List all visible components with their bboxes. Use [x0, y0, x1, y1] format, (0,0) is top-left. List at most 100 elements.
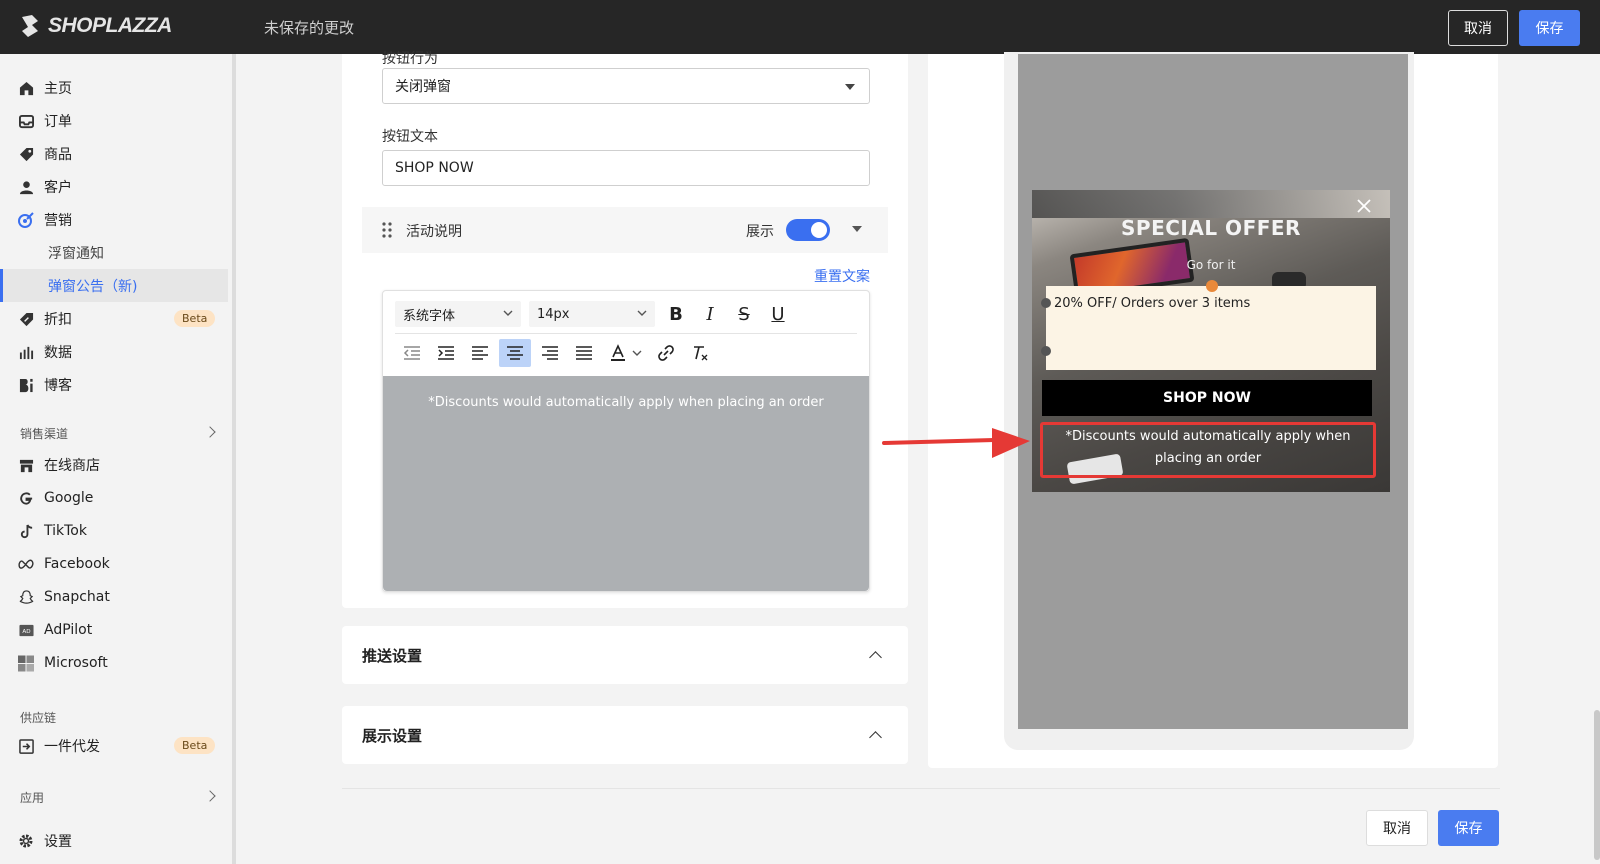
sidebar-item-discounts[interactable]: 折扣 Beta: [0, 302, 228, 335]
tag-icon: [18, 146, 34, 162]
chevron-up-icon[interactable]: [869, 731, 882, 744]
editor-content-area[interactable]: *Discounts would automatically apply whe…: [383, 376, 869, 591]
sidebar-item-customers[interactable]: 客户: [0, 170, 228, 203]
discount-icon: [18, 311, 34, 327]
sidebar-item-label: 博客: [44, 377, 72, 394]
footer-divider: [342, 788, 1500, 789]
shop-now-button[interactable]: SHOP NOW: [1042, 380, 1372, 416]
font-family-select[interactable]: 系统字体: [395, 301, 521, 327]
button-action-select[interactable]: 关闭弹窗: [382, 68, 870, 104]
bar-chart-icon: [18, 344, 34, 360]
close-icon[interactable]: [1356, 198, 1372, 214]
page-scrollbar[interactable]: [1594, 710, 1600, 860]
reset-copy-link[interactable]: 重置文案: [814, 266, 870, 286]
toolbar-divider: [395, 333, 857, 334]
sidebar-item-label: 折扣: [44, 311, 72, 328]
sidebar-item-home[interactable]: 主页: [0, 71, 228, 104]
sidebar-item-tiktok[interactable]: TikTok: [0, 514, 228, 547]
font-size-value: 14px: [537, 306, 570, 322]
sidebar-item-adpilot[interactable]: AD AdPilot: [0, 613, 228, 646]
clear-format-icon[interactable]: [685, 339, 715, 367]
chevron-down-icon: [503, 310, 513, 316]
display-settings-title: 展示设置: [362, 727, 423, 745]
strikethrough-icon[interactable]: S: [729, 300, 759, 328]
save-button-bottom[interactable]: 保存: [1438, 810, 1499, 846]
show-label: 展示: [746, 224, 774, 240]
sales-channels-title: 销售渠道: [20, 427, 69, 441]
inbox-icon: [18, 113, 34, 129]
brand-name: SHOPLAZZA: [48, 14, 172, 37]
beta-badge: Beta: [174, 310, 216, 327]
sidebar-item-label: 弹窗公告（新): [48, 278, 138, 295]
bold-icon[interactable]: B: [661, 300, 691, 328]
sidebar-item-label: 订单: [44, 113, 72, 130]
align-right-icon[interactable]: [535, 339, 565, 367]
sidebar-item-facebook[interactable]: Facebook: [0, 547, 228, 580]
collapse-caret-icon[interactable]: [852, 226, 862, 232]
popup-subtitle: Go for it: [1186, 258, 1236, 272]
underline-icon[interactable]: U: [763, 300, 793, 328]
coupon-text: 20% OFF/ Orders over 3 items: [1054, 296, 1251, 311]
chevron-right-icon[interactable]: [204, 426, 216, 438]
brand-logo[interactable]: SHOPLAZZA: [18, 13, 172, 39]
svg-text:AD: AD: [22, 628, 30, 634]
coupon-notch: [1206, 280, 1218, 292]
unsaved-changes-text: 未保存的更改: [264, 19, 355, 37]
popup-settings-panel: 按钮行为 关闭弹窗 按钮文本 SHOP NOW 活动说明 展示 重置文案 系统字…: [342, 51, 908, 608]
font-size-select[interactable]: 14px: [529, 301, 655, 327]
sidebar-item-products[interactable]: 商品: [0, 137, 228, 170]
toggle-knob: [811, 222, 827, 238]
sidebar-item-label: TikTok: [44, 522, 87, 539]
sidebar-item-online-store[interactable]: 在线商店: [0, 448, 228, 481]
popup-preview: SPECIAL OFFER Go for it 20% OFF/ Orders …: [1032, 190, 1390, 492]
beta-badge: Beta: [174, 737, 216, 754]
align-center-icon[interactable]: [499, 339, 531, 367]
sidebar-item-google[interactable]: Google: [0, 481, 228, 514]
chevron-right-icon[interactable]: [204, 790, 216, 802]
button-text-value: SHOP NOW: [395, 160, 474, 176]
drag-handle-icon[interactable]: [382, 222, 392, 238]
home-icon: [18, 80, 34, 96]
italic-icon[interactable]: I: [695, 300, 725, 328]
indent-icon[interactable]: [431, 339, 461, 367]
button-text-input[interactable]: SHOP NOW: [382, 150, 870, 186]
sidebar-item-orders[interactable]: 订单: [0, 104, 228, 137]
sidebar-item-label: Snapchat: [44, 588, 110, 605]
outdent-icon[interactable]: [397, 339, 427, 367]
sidebar-item-dropshipping[interactable]: 一件代发 Beta: [0, 729, 228, 762]
coupon-notch: [1041, 298, 1051, 308]
save-button-top[interactable]: 保存: [1519, 10, 1580, 46]
push-settings-card[interactable]: 推送设置: [342, 626, 908, 684]
active-indicator: [0, 269, 3, 302]
blog-icon: [18, 377, 34, 393]
sidebar-item-popup-announcement[interactable]: 弹窗公告（新): [0, 269, 228, 302]
chevron-up-icon[interactable]: [869, 651, 882, 664]
cancel-button-bottom[interactable]: 取消: [1366, 810, 1428, 846]
sidebar-item-settings[interactable]: 设置: [0, 824, 228, 857]
sidebar-item-label: 主页: [44, 80, 72, 97]
align-left-icon[interactable]: [465, 339, 495, 367]
caret-down-icon: [845, 84, 855, 90]
show-toggle[interactable]: [786, 219, 830, 241]
display-settings-card[interactable]: 展示设置: [342, 706, 908, 764]
microsoft-icon: [18, 655, 34, 671]
activity-desc-header[interactable]: 活动说明 展示: [362, 207, 888, 253]
sidebar-item-label: 一件代发: [44, 738, 100, 755]
chevron-down-icon[interactable]: [629, 339, 645, 367]
popup-footnote: *Discounts would automatically apply whe…: [1065, 429, 1351, 466]
sidebar-item-microsoft[interactable]: Microsoft: [0, 646, 228, 679]
google-icon: [18, 490, 34, 506]
sidebar-item-float-notice[interactable]: 浮窗通知: [0, 236, 228, 269]
button-action-label: 按钮行为: [382, 51, 438, 67]
align-justify-icon[interactable]: [569, 339, 599, 367]
sidebar-item-snapchat[interactable]: Snapchat: [0, 580, 228, 613]
sidebar-item-label: AdPilot: [44, 621, 93, 638]
link-icon[interactable]: [651, 339, 681, 367]
annotation-arrow-icon: [882, 428, 1030, 458]
button-action-value: 关闭弹窗: [395, 79, 451, 95]
sidebar-item-analytics[interactable]: 数据: [0, 335, 228, 368]
cancel-button-top[interactable]: 取消: [1448, 10, 1508, 46]
user-icon: [18, 179, 34, 195]
sidebar-item-blog[interactable]: 博客: [0, 368, 228, 401]
sidebar-item-marketing[interactable]: 营销: [0, 203, 228, 236]
